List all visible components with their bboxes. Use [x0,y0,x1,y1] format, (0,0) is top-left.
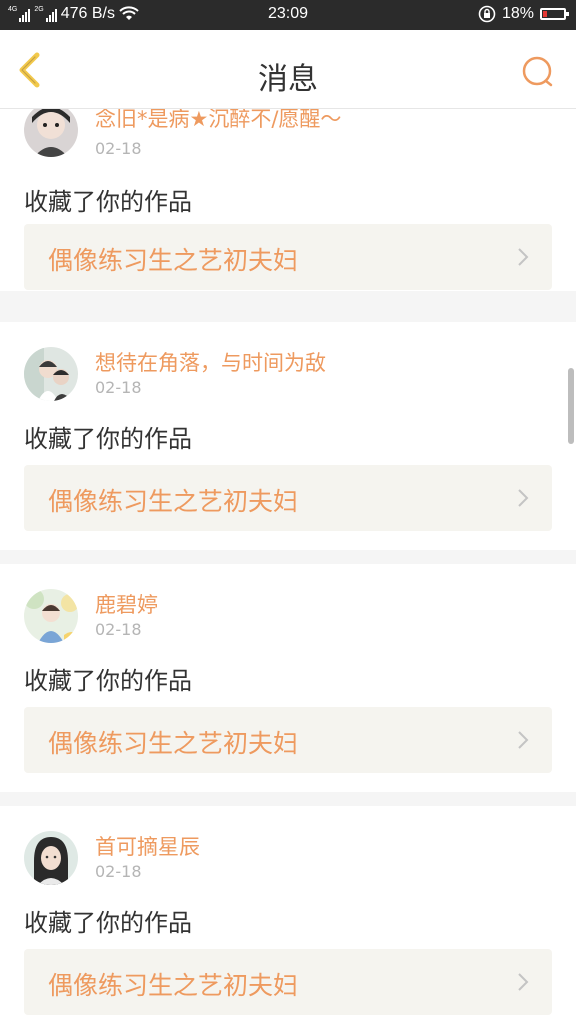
scrollbar[interactable] [568,368,574,444]
battery-icon [540,8,569,20]
work-link[interactable]: 偶像练习生之艺初夫妇 [24,949,552,1015]
page-title: 消息 [258,62,318,97]
message-action: 收藏了你的作品 [24,188,192,216]
message-action: 收藏了你的作品 [24,425,192,453]
username[interactable]: 首可摘星辰 [95,831,200,861]
message-date: 02-18 [95,378,142,397]
search-icon[interactable] [520,54,556,90]
work-title: 偶像练习生之艺初夫妇 [48,246,299,275]
work-title: 偶像练习生之艺初夫妇 [48,971,299,1000]
work-title: 偶像练习生之艺初夫妇 [48,487,299,516]
message-date: 02-18 [95,620,142,639]
status-bar: 4G 2G 476 B/s 23:09 18% [0,0,576,30]
work-title: 偶像练习生之艺初夫妇 [48,729,299,758]
message-action: 收藏了你的作品 [24,909,192,937]
chevron-right-icon [518,973,529,991]
username[interactable]: 鹿碧婷 [95,589,158,619]
message-card: 首可摘星辰 02-18 收藏了你的作品 偶像练习生之艺初夫妇 [0,806,576,1024]
battery-percent: 18% [501,5,534,22]
chevron-right-icon [518,248,529,266]
work-link[interactable]: 偶像练习生之艺初夫妇 [24,707,552,773]
chevron-right-icon [518,731,529,749]
message-action: 收藏了你的作品 [24,667,192,695]
message-list[interactable]: 念旧*是病★沉醉不/愿醒～ 02-18 收藏了你的作品 偶像练习生之艺初夫妇 想… [0,109,576,1024]
username[interactable]: 想待在角落，与时间为敌 [95,347,326,377]
message-date: 02-18 [95,862,142,881]
work-link[interactable]: 偶像练习生之艺初夫妇 [24,465,552,531]
avatar[interactable] [24,831,78,885]
avatar[interactable] [24,109,78,157]
avatar[interactable] [24,347,78,401]
status-right: 18% [478,5,569,23]
top-navigation-bar: 消息 [0,30,576,109]
rotation-lock-icon [478,5,496,23]
message-card: 鹿碧婷 02-18 收藏了你的作品 偶像练习生之艺初夫妇 [0,564,576,792]
chevron-right-icon [518,489,529,507]
work-link[interactable]: 偶像练习生之艺初夫妇 [24,224,552,290]
message-card: 想待在角落，与时间为敌 02-18 收藏了你的作品 偶像练习生之艺初夫妇 [0,322,576,550]
message-card: 念旧*是病★沉醉不/愿醒～ 02-18 收藏了你的作品 偶像练习生之艺初夫妇 [0,109,576,291]
username[interactable]: 念旧*是病★沉醉不/愿醒～ [95,109,341,133]
avatar[interactable] [24,589,78,643]
message-date: 02-18 [95,139,142,158]
